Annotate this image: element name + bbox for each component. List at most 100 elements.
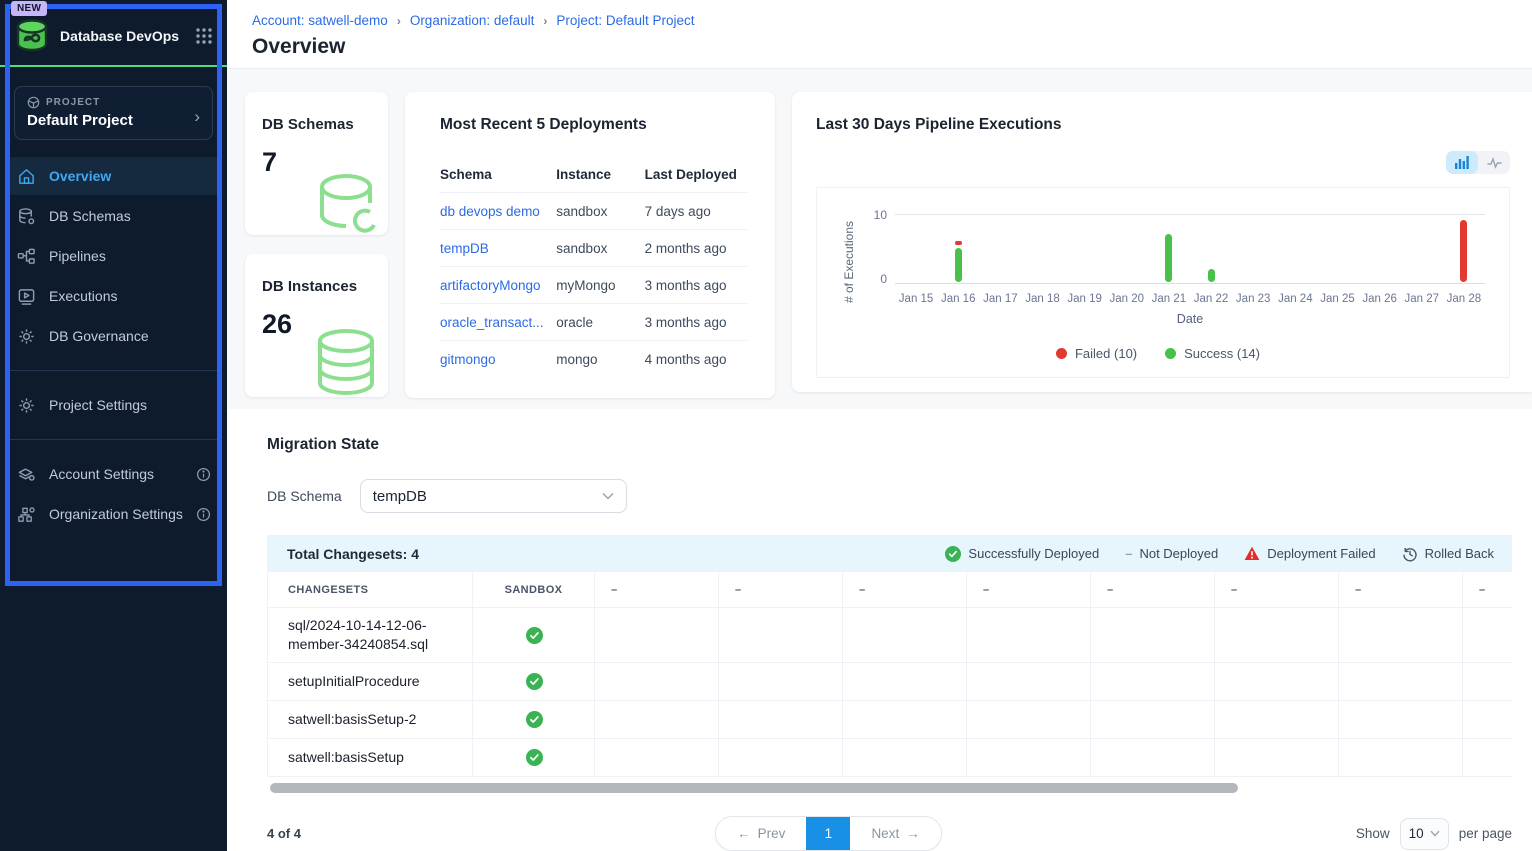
page-size-select[interactable]: 10 xyxy=(1400,818,1449,850)
empty-cell xyxy=(1339,663,1463,701)
chart-x-tick: Jan 28 xyxy=(1443,293,1485,305)
success-bar xyxy=(1165,234,1172,282)
last-deployed-cell: 3 months ago xyxy=(645,315,747,330)
db-schema-select[interactable]: tempDB xyxy=(360,479,627,513)
prev-button[interactable]: ← Prev xyxy=(716,817,806,850)
changesets-table: CHANGESETSSANDBOX–––––––– sql/2024-10-14… xyxy=(267,572,1512,777)
last-deployed-cell: 3 months ago xyxy=(645,278,747,293)
bar-chart-toggle-icon[interactable] xyxy=(1446,151,1478,174)
changeset-name: satwell:basisSetup xyxy=(268,739,473,777)
page-1-button[interactable]: 1 xyxy=(806,817,850,850)
sidebar-item-label: Pipelines xyxy=(49,248,106,264)
empty-cell xyxy=(595,608,719,663)
breadcrumb-account-link[interactable]: Account: satwell-demo xyxy=(252,13,388,28)
gear-icon xyxy=(16,395,36,415)
deployments-header-row: Schema Instance Last Deployed xyxy=(440,156,747,193)
sidebar-item-organization-settings[interactable]: Organization Settings xyxy=(8,495,219,533)
apps-grid-icon[interactable] xyxy=(195,27,213,45)
project-cube-icon xyxy=(27,96,40,109)
chart-column xyxy=(1316,215,1358,283)
instance-cell: oracle xyxy=(556,315,644,330)
breadcrumb-organization-link[interactable]: Organization: default xyxy=(410,13,535,28)
legend-rolled-back: Rolled Back xyxy=(1402,546,1494,562)
chart-x-tick: Jan 26 xyxy=(1359,293,1401,305)
dash-icon: – xyxy=(1125,546,1132,561)
schema-link[interactable]: artifactoryMongo xyxy=(440,278,541,293)
sidebar-item-db-governance[interactable]: DB Governance xyxy=(8,317,219,355)
chart-y-axis-label: # of Executions xyxy=(831,208,869,326)
empty-cell xyxy=(1091,701,1215,739)
app-logo-icon[interactable] xyxy=(12,18,52,54)
chevron-right-icon: › xyxy=(194,107,200,127)
breadcrumb-separator: › xyxy=(543,14,547,28)
migration-state-section: Migration State DB Schema tempDB Total C… xyxy=(227,409,1532,851)
horizontal-scrollbar xyxy=(267,783,1512,793)
schema-link[interactable]: tempDB xyxy=(440,241,489,256)
col-last-deployed: Last Deployed xyxy=(645,167,747,182)
breadcrumb-project-link[interactable]: Project: Default Project xyxy=(556,13,694,28)
empty-cell xyxy=(1215,739,1339,777)
sidebar-item-project-settings[interactable]: Project Settings xyxy=(8,386,219,424)
table-row: setupInitialProcedure xyxy=(268,663,1512,701)
chart-column xyxy=(1359,215,1401,283)
schema-link[interactable]: gitmongo xyxy=(440,352,496,367)
col-schema: Schema xyxy=(440,167,556,182)
sidebar-nav: Overview DB Schemas xyxy=(0,157,227,533)
schema-link[interactable]: db devops demo xyxy=(440,204,540,219)
db-schemas-title: DB Schemas xyxy=(262,116,388,133)
sidebar: NEW Database DevOps xyxy=(0,0,227,851)
table-row: gitmongo mongo 4 months ago xyxy=(440,341,747,378)
page-size-value: 10 xyxy=(1409,826,1424,841)
pager-pill: ← Prev 1 Next → xyxy=(715,816,942,851)
empty-cell xyxy=(1339,701,1463,739)
changesets-header-row: CHANGESETSSANDBOX–––––––– xyxy=(268,572,1512,608)
chart-column xyxy=(895,215,937,283)
info-icon[interactable] xyxy=(196,507,211,522)
table-row: sql/2024-10-14-12-06-member-34240854.sql xyxy=(268,608,1512,663)
check-circle-icon xyxy=(473,608,595,663)
project-selector[interactable]: PROJECT Default Project › xyxy=(14,86,213,140)
col-sandbox: SANDBOX xyxy=(473,572,595,608)
layers-gear-icon xyxy=(16,464,36,484)
total-changesets-bar: Total Changesets: 4 Successfully Deploye… xyxy=(267,535,1512,572)
schema-link[interactable]: oracle_transact... xyxy=(440,315,544,330)
instance-cell: mongo xyxy=(556,352,644,367)
chart-x-axis-label: Date xyxy=(895,312,1485,326)
chart-column xyxy=(1106,215,1148,283)
changeset-name: setupInitialProcedure xyxy=(268,663,473,701)
success-dot-icon xyxy=(1165,348,1176,359)
chart-plot xyxy=(895,214,1485,284)
gear-icon xyxy=(16,326,36,346)
empty-cell xyxy=(719,739,843,777)
table-row: db devops demo sandbox 7 days ago xyxy=(440,193,747,230)
col-instance: Instance xyxy=(556,167,644,182)
arrow-left-icon: ← xyxy=(737,826,751,841)
sidebar-item-pipelines[interactable]: Pipelines xyxy=(8,237,219,275)
chart-column xyxy=(937,215,979,283)
table-row: satwell:basisSetup xyxy=(268,739,1512,777)
chart-title: Last 30 Days Pipeline Executions xyxy=(816,116,1510,134)
sidebar-item-account-settings[interactable]: Account Settings xyxy=(8,455,219,493)
page-header: Account: satwell-demo › Organization: de… xyxy=(227,0,1532,69)
chevron-down-icon xyxy=(602,492,614,500)
failed-dot-icon xyxy=(1056,348,1067,359)
scrollbar-thumb[interactable] xyxy=(270,783,1238,793)
db-schema-label: DB Schema xyxy=(267,488,342,504)
changesets-legend: Successfully Deployed – Not Deployed Dep… xyxy=(945,546,1494,562)
database-icon xyxy=(16,206,36,226)
next-button[interactable]: Next → xyxy=(850,817,940,850)
sidebar-item-label: DB Schemas xyxy=(49,208,131,224)
sidebar-item-overview[interactable]: Overview xyxy=(8,157,219,195)
breadcrumb: Account: satwell-demo › Organization: de… xyxy=(252,13,1532,28)
line-chart-toggle-icon[interactable] xyxy=(1478,151,1510,174)
project-name: Default Project xyxy=(27,112,200,129)
pipeline-icon xyxy=(16,246,36,266)
sidebar-item-db-schemas[interactable]: DB Schemas xyxy=(8,197,219,235)
app-title: Database DevOps xyxy=(60,28,195,44)
col-placeholder: – xyxy=(1215,572,1339,608)
chart-x-tick: Jan 18 xyxy=(1021,293,1063,305)
empty-cell xyxy=(1463,608,1512,663)
empty-cell xyxy=(1463,701,1512,739)
sidebar-item-executions[interactable]: Executions xyxy=(8,277,219,315)
info-icon[interactable] xyxy=(196,467,211,482)
